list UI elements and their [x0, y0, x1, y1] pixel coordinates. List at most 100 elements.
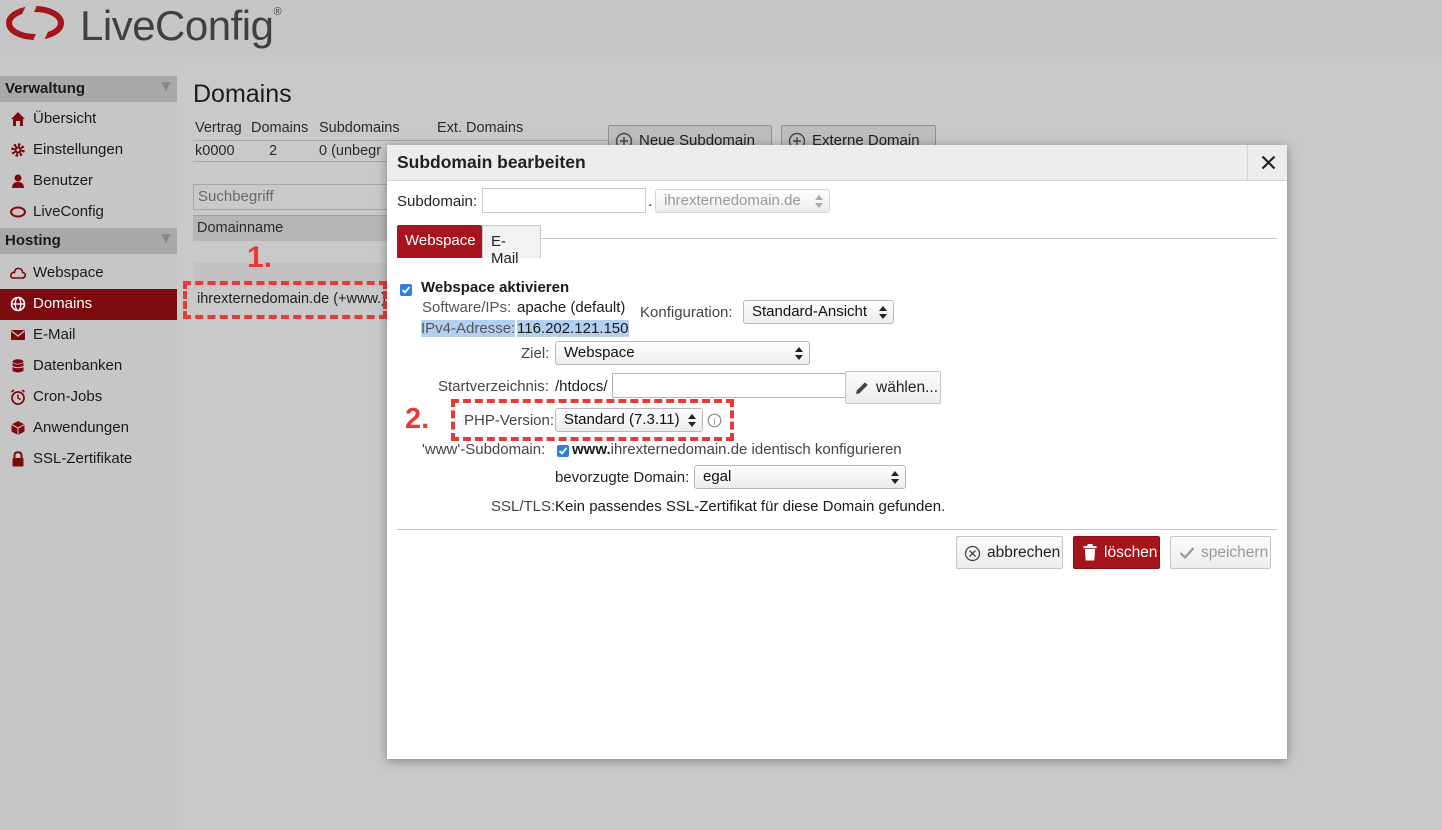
divider: [193, 161, 389, 162]
stats-value-domains: 2: [269, 143, 278, 159]
button-label: löschen: [1104, 544, 1158, 561]
pencil-icon: [856, 382, 868, 394]
collapse-arrow-icon: [161, 234, 171, 243]
stats-header-ext-domains: Ext. Domains: [437, 120, 524, 136]
sidebar-item-anwendungen[interactable]: Anwendungen: [0, 413, 177, 444]
sidebar-item-datenbanken[interactable]: Datenbanken: [0, 351, 177, 382]
edit-subdomain-dialog: Subdomain bearbeiten Subdomain: . ihrext…: [387, 145, 1287, 759]
sidebar-item-webspace[interactable]: Webspace: [0, 258, 177, 289]
stats-header-subdomains: Subdomains: [319, 120, 400, 136]
webspace-activate-checkbox[interactable]: [400, 284, 412, 296]
sidebar-item-einstellungen[interactable]: Einstellungen: [0, 135, 177, 166]
gear-icon: [11, 143, 25, 157]
cube-icon: [11, 421, 25, 435]
dialog-title: Subdomain bearbeiten: [397, 152, 586, 172]
globe-icon: [10, 296, 26, 312]
preferred-domain-select[interactable]: egal: [694, 465, 906, 489]
stats-header-domains: Domains: [251, 120, 309, 136]
subdomain-input[interactable]: [482, 188, 646, 213]
liveconfig-icon: [10, 206, 26, 218]
sidebar-item-label: LiveConfig: [33, 203, 104, 220]
database-icon: [12, 359, 24, 373]
config-select[interactable]: Standard-Ansicht: [743, 300, 894, 324]
section-title: Hosting: [5, 232, 61, 249]
start-dir-label: Startverzeichnis:: [438, 378, 549, 395]
ipv4-label: IPv4-Adresse:: [421, 320, 516, 337]
ziel-select[interactable]: Webspace: [555, 341, 810, 365]
sidebar-item-cronjobs[interactable]: Cron-Jobs: [0, 382, 177, 413]
config-label: Konfiguration:: [640, 304, 733, 321]
sidebar-item-email[interactable]: E-Mail: [0, 320, 177, 351]
close-icon: [1261, 155, 1276, 170]
www-subdomain-checkbox[interactable]: [557, 445, 569, 457]
close-button[interactable]: [1247, 145, 1287, 180]
annotation-step1: 1.: [247, 241, 273, 274]
select-value: egal: [703, 468, 732, 485]
checkmark-icon: [401, 286, 411, 294]
sidebar-item-label: Benutzer: [33, 172, 94, 189]
footer-divider: [397, 529, 1277, 530]
select-value: Webspace: [564, 344, 635, 361]
dialog-header: Subdomain bearbeiten: [387, 145, 1287, 181]
subdomain-dot: .: [648, 193, 653, 210]
domain-select[interactable]: ihrexternedomain.de: [655, 189, 830, 213]
select-arrows-icon: [879, 306, 887, 319]
home-icon: [11, 112, 25, 126]
cancel-button[interactable]: abbrechen: [956, 536, 1063, 569]
sidebar-item-label: Cron-Jobs: [33, 388, 103, 405]
sidebar-item-label: Anwendungen: [33, 419, 129, 436]
checkmark-icon: [558, 447, 568, 455]
software-value: apache (default): [517, 299, 626, 316]
highlight-box-step1: [183, 281, 387, 319]
tab-label: E-Mail: [491, 233, 519, 267]
cloud-icon: [10, 267, 26, 279]
sidebar-section-verwaltung[interactable]: Verwaltung: [0, 76, 177, 102]
www-prefix: www.: [572, 441, 611, 458]
domain-list-header: Domainname: [193, 215, 387, 241]
page-title: Domains: [193, 80, 292, 108]
button-label: speichern: [1201, 544, 1269, 561]
app-header: LiveConfig®: [0, 0, 1442, 57]
checkmark-icon: [1179, 547, 1195, 560]
sidebar: Verwaltung Übersicht Einstellungen Benut…: [0, 76, 177, 830]
envelope-icon: [11, 330, 25, 340]
button-label: wählen...: [876, 379, 939, 396]
select-arrows-icon: [795, 347, 803, 360]
search-input[interactable]: Suchbegriff: [193, 184, 389, 210]
save-button[interactable]: speichern: [1170, 536, 1271, 569]
sidebar-section-hosting[interactable]: Hosting: [0, 228, 177, 254]
software-label: Software/IPs:: [422, 299, 512, 316]
cancel-circle-icon: [964, 545, 981, 562]
sidebar-item-label: Einstellungen: [33, 141, 124, 158]
sidebar-item-uebersicht[interactable]: Übersicht: [0, 104, 177, 135]
select-arrows-icon: [815, 195, 823, 208]
sidebar-item-domains[interactable]: Domains: [0, 289, 177, 320]
delete-button[interactable]: löschen: [1073, 536, 1160, 569]
choose-directory-button[interactable]: wählen...: [845, 371, 941, 404]
sidebar-item-benutzer[interactable]: Benutzer: [0, 166, 177, 197]
divider: [193, 140, 613, 141]
ssl-value: Kein passendes SSL-Zertifikat für diese …: [555, 498, 946, 515]
clock-icon: [11, 389, 25, 405]
ipv4-value: 116.202.121.150: [517, 320, 629, 337]
lock-icon: [12, 451, 24, 467]
tab-webspace[interactable]: Webspace: [397, 225, 482, 258]
sidebar-item-label: E-Mail: [33, 326, 76, 343]
select-value: ihrexternedomain.de: [664, 192, 801, 209]
ziel-label: Ziel:: [521, 345, 550, 362]
start-dir-input[interactable]: [612, 373, 846, 398]
subdomain-label: Subdomain:: [397, 193, 478, 210]
sidebar-item-liveconfig[interactable]: LiveConfig: [0, 197, 177, 228]
section-title: Verwaltung: [5, 80, 86, 97]
tab-email[interactable]: E-Mail: [482, 225, 541, 267]
user-icon: [12, 174, 24, 188]
annotation-step2: 2.: [405, 403, 430, 435]
sidebar-item-ssl[interactable]: SSL-Zertifikate: [0, 444, 177, 475]
preferred-domain-label: bevorzugte Domain:: [555, 469, 690, 486]
column-header-domainname: Domainname: [197, 220, 284, 236]
sidebar-item-label: Übersicht: [33, 110, 97, 127]
stats-value-vertrag: k0000: [195, 143, 235, 159]
select-arrows-icon: [891, 471, 899, 484]
www-subdomain-text: www.ihrexternedomain.de identisch konfig…: [572, 441, 902, 458]
sidebar-item-label: Datenbanken: [33, 357, 123, 374]
